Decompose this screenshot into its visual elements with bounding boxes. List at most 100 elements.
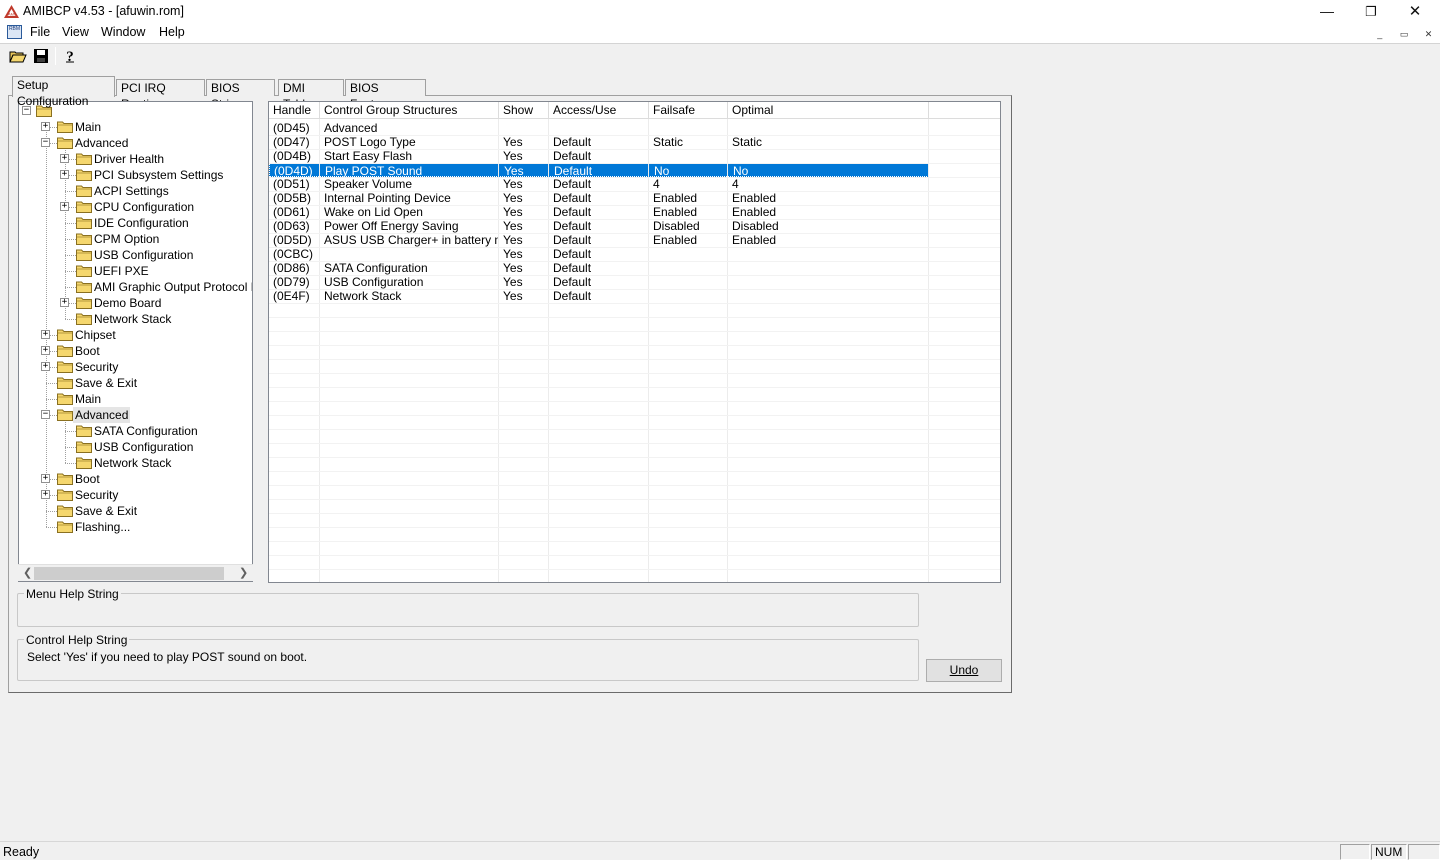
table-row[interactable]: (0D5B) Internal Pointing Device Yes Default… [269, 191, 929, 205]
table-row[interactable]: (0D45) Advanced [269, 121, 929, 135]
help-icon[interactable]: ? [61, 47, 79, 65]
table-row[interactable]: (0D63) Power Off Energy Saving Yes Default D… [269, 219, 929, 233]
tree-node[interactable]: + Boot [19, 471, 252, 487]
expand-icon[interactable]: + [60, 154, 69, 163]
tree-node[interactable]: IDE Configuration [19, 215, 252, 231]
column-header[interactable]: Control Group Structures [320, 102, 499, 119]
expand-icon[interactable]: + [41, 362, 50, 371]
scroll-right-icon[interactable]: ❯ [239, 566, 248, 579]
expand-icon[interactable]: + [60, 202, 69, 211]
tree-node[interactable]: Save & Exit [19, 503, 252, 519]
table-cell [649, 149, 728, 163]
table-row[interactable]: (0D51) Speaker Volume Yes Default 4 4 [269, 177, 929, 191]
table-cell: ASUS USB Charger+ in battery m... [324, 233, 499, 247]
tree-node[interactable]: Save & Exit [19, 375, 252, 391]
table-cell: Power Off Energy Saving [324, 219, 459, 233]
table-cell [649, 247, 728, 261]
tree-node[interactable]: SATA Configuration [19, 423, 252, 439]
open-icon[interactable] [9, 47, 27, 65]
tree-node[interactable]: UEFI PXE [19, 263, 252, 279]
table-row[interactable]: (0D5D) ASUS USB Charger+ in battery m... Y… [269, 233, 929, 247]
column-header[interactable]: Show [499, 102, 549, 119]
expand-icon[interactable]: + [41, 474, 50, 483]
folder-icon [76, 457, 92, 469]
expand-icon[interactable]: + [41, 346, 50, 355]
tree-node[interactable]: + Chipset [19, 327, 252, 343]
tree-node[interactable]: Main [19, 391, 252, 407]
tree-node-label: CPM Option [94, 232, 160, 246]
mdi-restore-button[interactable]: ▭ [1397, 28, 1412, 41]
document-icon[interactable]: RBM [7, 25, 22, 39]
tree-node[interactable]: + CPU Configuration [19, 199, 252, 215]
collapse-icon[interactable]: − [41, 138, 50, 147]
tree-node[interactable]: CPM Option [19, 231, 252, 247]
menu-help[interactable]: Help [159, 25, 185, 39]
grid-row-line [269, 387, 1000, 388]
table-row[interactable]: (0D4B) Start Easy Flash Yes Default [269, 149, 929, 163]
tree-node[interactable]: Flashing... [19, 519, 252, 535]
table-cell: Yes [503, 233, 523, 247]
tree-node-label: PCI Subsystem Settings [94, 168, 224, 182]
mdi-minimize-button[interactable]: _ [1372, 28, 1387, 41]
table-row[interactable]: (0D61) Wake on Lid Open Yes Default Enabled E… [269, 205, 929, 219]
tab-bios-features[interactable]: BIOS Features [345, 79, 426, 111]
tab-pci-irq-routing[interactable]: PCI IRQ Routing [116, 79, 205, 111]
grid-row-line [269, 401, 1000, 402]
maximize-window-button[interactable]: ❐ [1348, 0, 1394, 23]
table-row[interactable]: (0D79) USB Configuration Yes Default [269, 275, 929, 289]
tree-node[interactable]: − Advanced [19, 407, 252, 423]
tree-node[interactable]: AMI Graphic Output Protocol Poli [19, 279, 252, 295]
expand-icon[interactable]: + [41, 122, 50, 131]
undo-button[interactable]: Undo [926, 659, 1002, 682]
tree-node[interactable]: Network Stack [19, 311, 252, 327]
tree-node[interactable]: USB Configuration [19, 247, 252, 263]
tree-node[interactable]: + Main [19, 119, 252, 135]
column-header[interactable]: Optimal [728, 102, 929, 119]
table-row[interactable]: (0E4F) Network Stack Yes Default [269, 289, 929, 303]
expand-icon[interactable]: + [60, 298, 69, 307]
mdi-close-button[interactable]: ✕ [1421, 28, 1436, 41]
menu-file[interactable]: File [30, 25, 50, 39]
table-row[interactable]: (0CBC) Yes Default [269, 247, 929, 261]
table-cell: No [654, 164, 670, 178]
table-row[interactable]: (0D86) SATA Configuration Yes Default [269, 261, 929, 275]
column-header[interactable]: Failsafe [649, 102, 728, 119]
scroll-left-icon[interactable]: ❮ [23, 566, 32, 579]
tree-node[interactable]: + Boot [19, 343, 252, 359]
collapse-icon[interactable]: − [41, 410, 50, 419]
minimize-window-button[interactable]: — [1304, 0, 1350, 23]
table-cell [728, 289, 929, 303]
tree-node[interactable]: USB Configuration [19, 439, 252, 455]
table-cell: Disabled [732, 219, 779, 233]
expand-icon[interactable]: + [41, 490, 50, 499]
tree-node[interactable]: + PCI Subsystem Settings [19, 167, 252, 183]
tree-node[interactable]: Network Stack [19, 455, 252, 471]
tree-node[interactable]: ACPI Settings [19, 183, 252, 199]
tree-node[interactable]: + Demo Board [19, 295, 252, 311]
column-header[interactable]: Access/Use [549, 102, 649, 119]
grid-row-line [269, 261, 1000, 262]
tree-horizontal-scrollbar[interactable]: ❮ ❯ [18, 564, 253, 581]
tab-setup-configuration[interactable]: Setup Configuration [12, 76, 115, 108]
menu-view[interactable]: View [62, 25, 89, 39]
expand-icon[interactable]: + [60, 170, 69, 179]
save-icon[interactable] [32, 47, 50, 65]
expand-icon[interactable]: + [41, 330, 50, 339]
table-cell: Static [653, 135, 684, 149]
close-window-button[interactable]: ✕ [1392, 0, 1438, 23]
tab-dmi-tables[interactable]: DMI Tables [278, 79, 344, 111]
tree-node-label: Chipset [75, 328, 116, 342]
tree-node[interactable]: − Advanced [19, 135, 252, 151]
table-row[interactable]: (0D47) POST Logo Type Yes Default Static Stat… [269, 135, 929, 149]
grid-row-line [269, 569, 1000, 570]
table-row[interactable]: (0D4D) Play POST Sound Yes Default No No [269, 163, 929, 178]
tab-bios-strings[interactable]: BIOS Strings [206, 79, 275, 111]
tree-node[interactable]: + Security [19, 487, 252, 503]
tree-node[interactable]: + Security [19, 359, 252, 375]
menu-window[interactable]: Window [101, 25, 145, 39]
tree-node[interactable]: + Driver Health [19, 151, 252, 167]
setup-tree[interactable]: − + Main − Advanced + Driver Health + PCI Subsys… [18, 101, 253, 582]
column-header[interactable]: Handle [269, 102, 320, 119]
table-cell: Default [553, 233, 592, 247]
scroll-thumb[interactable] [34, 567, 224, 580]
